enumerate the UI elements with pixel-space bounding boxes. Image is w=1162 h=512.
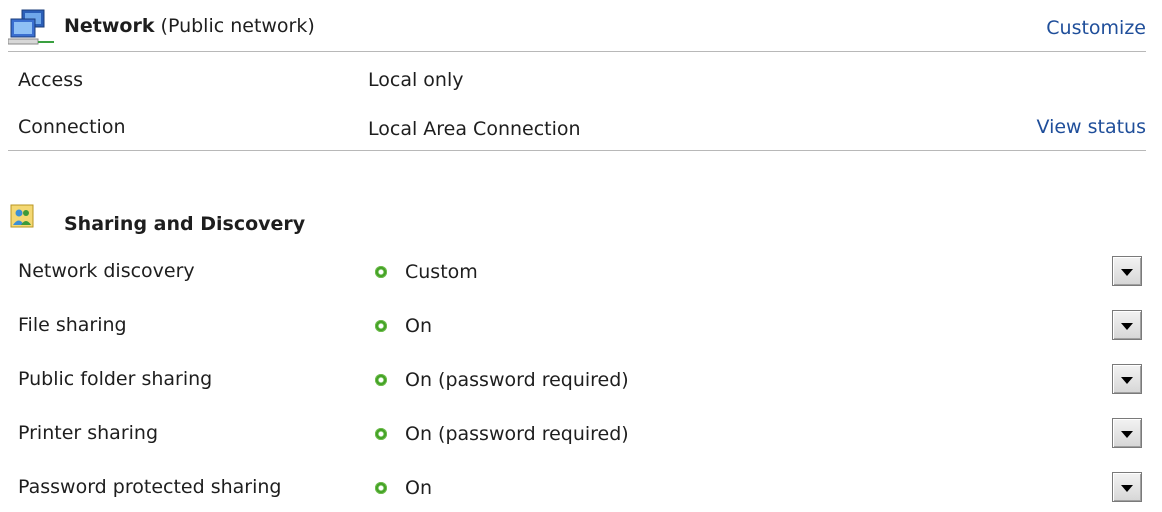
file-sharing-status: On [405,315,432,337]
network-title: Network (Public network) [64,15,315,37]
public-folder-sharing-label: Public folder sharing [18,368,213,390]
chevron-down-icon [1121,376,1133,384]
printer-sharing-expand-button[interactable] [1112,418,1142,448]
network-type: (Public network) [160,15,315,37]
divider [8,150,1146,151]
public-folder-sharing-expand-button[interactable] [1112,364,1142,394]
sharing-title: Sharing and Discovery [64,213,306,235]
printer-sharing-status: On (password required) [405,423,629,445]
chevron-down-icon [1121,430,1133,438]
green-status-dot-icon [375,374,387,386]
printer-sharing-label: Printer sharing [18,422,159,444]
password-protected-sharing-label: Password protected sharing [18,476,282,498]
connection-label: Connection [18,116,126,138]
file-sharing-expand-button[interactable] [1112,310,1142,340]
access-value: Local only [368,69,464,91]
green-status-dot-icon [375,320,387,332]
password-protected-sharing-status: On [405,477,432,499]
network-computers-icon [7,8,56,48]
connection-value: Local Area Connection [368,118,581,140]
network-discovery-label: Network discovery [18,260,195,282]
sharing-discovery-icon [10,204,34,228]
public-folder-sharing-status: On (password required) [405,369,629,391]
network-discovery-expand-button[interactable] [1112,256,1142,286]
file-sharing-label: File sharing [18,314,127,336]
network-discovery-status: Custom [405,261,478,283]
green-status-dot-icon [375,428,387,440]
view-status-link[interactable]: View status [1036,116,1146,138]
customize-link[interactable]: Customize [1046,17,1146,39]
green-status-dot-icon [375,482,387,494]
chevron-down-icon [1121,322,1133,330]
chevron-down-icon [1121,484,1133,492]
network-name: Network [64,15,155,37]
chevron-down-icon [1121,268,1133,276]
green-status-dot-icon [375,266,387,278]
access-label: Access [18,69,84,91]
divider [8,51,1146,52]
password-protected-sharing-expand-button[interactable] [1112,472,1142,502]
